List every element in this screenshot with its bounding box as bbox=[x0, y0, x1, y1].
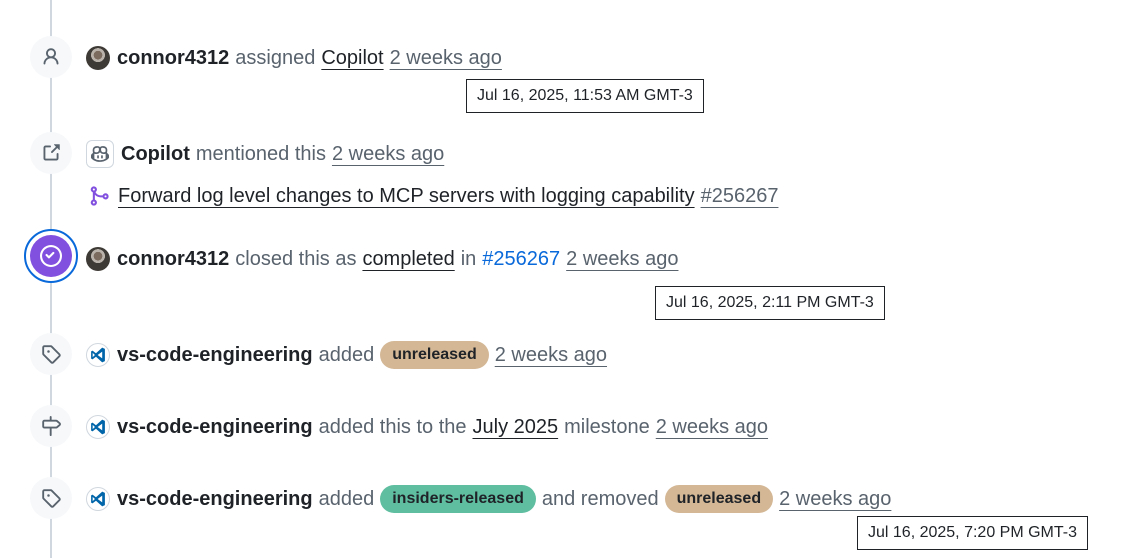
person-icon bbox=[30, 36, 72, 78]
event-verb: assigned bbox=[235, 46, 316, 69]
event-verb: closed this as bbox=[235, 247, 357, 270]
author-link[interactable]: connor4312 bbox=[117, 248, 229, 271]
author-link[interactable]: vs-code-engineering bbox=[117, 488, 313, 511]
vscode-avatar-icon[interactable] bbox=[86, 487, 110, 511]
event-verb: mentioned this bbox=[195, 142, 326, 165]
timeline-event-assigned: connor4312 assigned Copilot 2 weeks ago bbox=[0, 36, 1126, 80]
event-text: vs-code-engineering added this to the Ju… bbox=[86, 414, 768, 440]
timestamp-tooltip: Jul 16, 2025, 2:11 PM GMT-3 bbox=[655, 286, 885, 320]
git-pull-request-icon bbox=[88, 185, 110, 207]
event-text: connor4312 assigned Copilot 2 weeks ago bbox=[86, 45, 502, 71]
event-suffix: milestone bbox=[564, 415, 650, 438]
event-connector: in bbox=[460, 247, 477, 270]
pull-request-number-link[interactable]: #256267 bbox=[701, 185, 779, 208]
event-verb: added this to the bbox=[318, 415, 467, 438]
relative-time[interactable]: 2 weeks ago bbox=[656, 416, 768, 439]
issue-reference-link[interactable]: #256267 bbox=[482, 248, 560, 271]
event-verb: added bbox=[318, 343, 375, 366]
milestone-link[interactable]: July 2025 bbox=[473, 416, 559, 439]
event-text: vs-code-engineering added insiders-relea… bbox=[86, 485, 891, 513]
event-text: Copilot mentioned this 2 weeks ago bbox=[86, 140, 444, 168]
timestamp-tooltip: Jul 16, 2025, 7:20 PM GMT-3 bbox=[857, 516, 1088, 550]
external-link-icon bbox=[30, 132, 72, 174]
vscode-avatar-icon[interactable] bbox=[86, 343, 110, 367]
event-text: vs-code-engineering added unreleased 2 w… bbox=[86, 341, 607, 369]
author-link[interactable]: Copilot bbox=[121, 143, 190, 166]
author-link[interactable]: vs-code-engineering bbox=[117, 416, 313, 439]
timeline-event-relabeled: vs-code-engineering added insiders-relea… bbox=[0, 477, 1126, 521]
pull-request-title-link[interactable]: Forward log level changes to MCP servers… bbox=[118, 185, 695, 208]
timeline-event-milestoned: vs-code-engineering added this to the Ju… bbox=[0, 405, 1126, 449]
timeline-event-closed: connor4312 closed this as completed in #… bbox=[0, 229, 1126, 283]
check-circle-icon bbox=[30, 235, 72, 277]
referenced-pull-request: Forward log level changes to MCP servers… bbox=[88, 182, 778, 210]
issue-timeline: connor4312 assigned Copilot 2 weeks ago … bbox=[0, 0, 1126, 558]
close-reason-link[interactable]: completed bbox=[362, 248, 454, 271]
timeline-event-mentioned: Copilot mentioned this 2 weeks ago bbox=[0, 132, 1126, 176]
relative-time[interactable]: 2 weeks ago bbox=[332, 143, 444, 166]
tag-icon bbox=[30, 333, 72, 375]
closed-badge bbox=[24, 229, 78, 283]
relative-time[interactable]: 2 weeks ago bbox=[390, 47, 502, 70]
milestone-icon bbox=[30, 405, 72, 447]
avatar[interactable] bbox=[86, 46, 110, 70]
event-verb: added bbox=[318, 487, 375, 510]
relative-time[interactable]: 2 weeks ago bbox=[779, 488, 891, 511]
label-pill[interactable]: insiders-released bbox=[380, 485, 536, 513]
author-link[interactable]: vs-code-engineering bbox=[117, 344, 313, 367]
relative-time[interactable]: 2 weeks ago bbox=[495, 344, 607, 367]
avatar[interactable] bbox=[86, 247, 110, 271]
timeline-event-labeled: vs-code-engineering added unreleased 2 w… bbox=[0, 333, 1126, 377]
author-link[interactable]: connor4312 bbox=[117, 47, 229, 70]
copilot-avatar-icon[interactable] bbox=[86, 140, 114, 168]
assignee-link[interactable]: Copilot bbox=[321, 47, 383, 70]
vscode-avatar-icon[interactable] bbox=[86, 415, 110, 439]
tag-icon bbox=[30, 477, 72, 519]
timestamp-tooltip: Jul 16, 2025, 11:53 AM GMT-3 bbox=[466, 79, 704, 113]
removed-label-pill[interactable]: unreleased bbox=[664, 485, 774, 513]
label-pill[interactable]: unreleased bbox=[380, 341, 489, 369]
event-text: connor4312 closed this as completed in #… bbox=[86, 246, 678, 272]
event-connector: and removed bbox=[541, 487, 659, 510]
relative-time[interactable]: 2 weeks ago bbox=[566, 248, 678, 271]
